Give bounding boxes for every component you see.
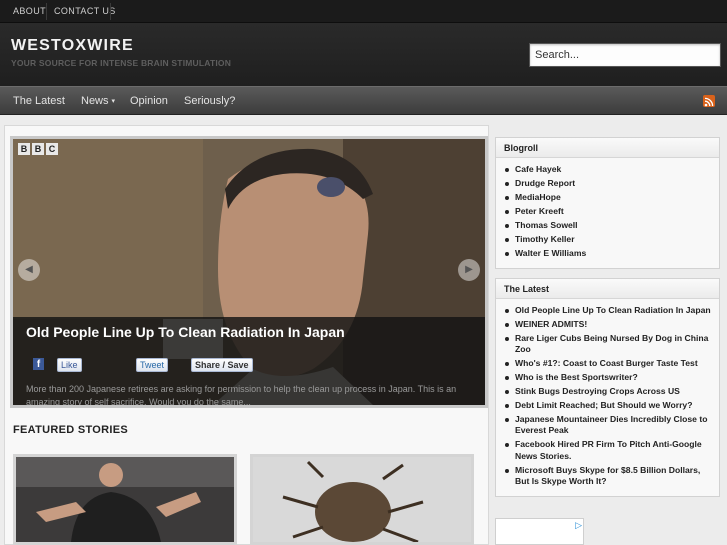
- like-button[interactable]: Like: [57, 358, 82, 372]
- featured-slider[interactable]: B B C ◀ ▶ Old People Line Up To Clean Ra…: [10, 136, 488, 408]
- blogroll-item-peter-kreeft[interactable]: Peter Kreeft: [505, 206, 711, 217]
- tweet-label: Tweet: [140, 360, 165, 370]
- share-save-label: Share / Save: [195, 360, 249, 370]
- nav-item-news-label: News: [81, 95, 109, 107]
- nav-item-opinion[interactable]: Opinion: [130, 87, 168, 116]
- top-bar: ABOUT CONTACT US: [0, 0, 727, 23]
- thumbnail-photo: [16, 457, 234, 542]
- arrow-left-icon[interactable]: ◀: [18, 259, 40, 281]
- blogroll-widget: Blogroll Cafe Hayek Drudge Report MediaH…: [495, 137, 720, 269]
- blogroll-item-thomas-sowell[interactable]: Thomas Sowell: [505, 220, 711, 231]
- nav-item-the-latest[interactable]: The Latest: [13, 87, 65, 116]
- ad-box[interactable]: ▷: [495, 518, 584, 545]
- latest-item[interactable]: Stink Bugs Destroying Crops Across US: [505, 386, 711, 397]
- rss-icon-graphic: [704, 97, 714, 107]
- arrow-right-icon[interactable]: ▶: [458, 259, 480, 281]
- site-title[interactable]: WESTOXWIRE: [11, 37, 134, 55]
- latest-widget: The Latest Old People Line Up To Clean R…: [495, 278, 720, 498]
- tweet-button[interactable]: Tweet: [136, 358, 169, 372]
- blogroll-item-timothy-keller[interactable]: Timothy Keller: [505, 234, 711, 245]
- latest-item[interactable]: Old People Line Up To Clean Radiation In…: [505, 305, 711, 316]
- latest-item[interactable]: Who's #1?: Coast to Coast Burger Taste T…: [505, 358, 711, 369]
- site-tagline: YOUR SOURCE FOR INTENSE BRAIN STIMULATIO…: [11, 58, 232, 68]
- latest-item[interactable]: Facebook Hired PR Firm To Pitch Anti-Goo…: [505, 439, 711, 462]
- latest-item[interactable]: Microsoft Buys Skype for $8.5 Billion Do…: [505, 465, 711, 488]
- search-box[interactable]: [529, 43, 721, 67]
- latest-item[interactable]: Japanese Mountaineer Dies Incredibly Clo…: [505, 414, 711, 437]
- slide-description: More than 200 Japanese retirees are aski…: [26, 384, 457, 405]
- share-save-button[interactable]: Share / Save: [191, 358, 253, 372]
- featured-stories-heading: FEATURED STORIES: [13, 424, 129, 436]
- facebook-icon[interactable]: f: [33, 358, 44, 370]
- chevron-down-icon: ▾: [111, 98, 116, 105]
- rss-icon[interactable]: [703, 95, 715, 107]
- blogroll-list: Cafe Hayek Drudge Report MediaHope Peter…: [496, 158, 719, 268]
- blogroll-item-cafe-hayek[interactable]: Cafe Hayek: [505, 164, 711, 175]
- blogroll-item-walter-e-williams[interactable]: Walter E Williams: [505, 248, 711, 259]
- top-bar-divider: [46, 3, 47, 20]
- slide-caption: Old People Line Up To Clean Radiation In…: [13, 317, 485, 405]
- latest-item[interactable]: WEINER ADMITS!: [505, 319, 711, 330]
- blogroll-item-drudge-report[interactable]: Drudge Report: [505, 178, 711, 189]
- latest-item[interactable]: Who is the Best Sportswriter?: [505, 372, 711, 383]
- bbc-logo: B B C: [18, 143, 58, 155]
- about-link[interactable]: ABOUT: [13, 0, 46, 23]
- nav-item-news[interactable]: News ▾: [81, 87, 115, 116]
- featured-story-thumbnail[interactable]: [250, 454, 474, 545]
- featured-story-thumbnail[interactable]: [13, 454, 237, 545]
- adchoices-icon[interactable]: ▷: [575, 520, 582, 531]
- blogroll-item-mediahope[interactable]: MediaHope: [505, 192, 711, 203]
- latest-item[interactable]: Debt Limit Reached; But Should we Worry?: [505, 400, 711, 411]
- like-label: Like: [61, 360, 78, 370]
- blogroll-title: Blogroll: [496, 138, 719, 158]
- site-header: WESTOXWIRE YOUR SOURCE FOR INTENSE BRAIN…: [0, 23, 727, 86]
- slide-title[interactable]: Old People Line Up To Clean Radiation In…: [26, 324, 345, 340]
- logo-letter: C: [46, 143, 58, 155]
- contact-us-link[interactable]: CONTACT US: [54, 0, 116, 23]
- nav-item-seriously[interactable]: Seriously?: [184, 87, 235, 116]
- thumbnail-photo: [253, 457, 471, 542]
- search-input[interactable]: [530, 44, 720, 66]
- latest-item[interactable]: Rare Liger Cubs Being Nursed By Dog in C…: [505, 333, 711, 356]
- logo-letter: B: [32, 143, 44, 155]
- latest-list: Old People Line Up To Clean Radiation In…: [496, 299, 719, 496]
- latest-title: The Latest: [496, 279, 719, 299]
- logo-letter: B: [18, 143, 30, 155]
- top-bar-divider: [110, 3, 111, 20]
- main-nav: The Latest News ▾ Opinion Seriously?: [0, 86, 727, 115]
